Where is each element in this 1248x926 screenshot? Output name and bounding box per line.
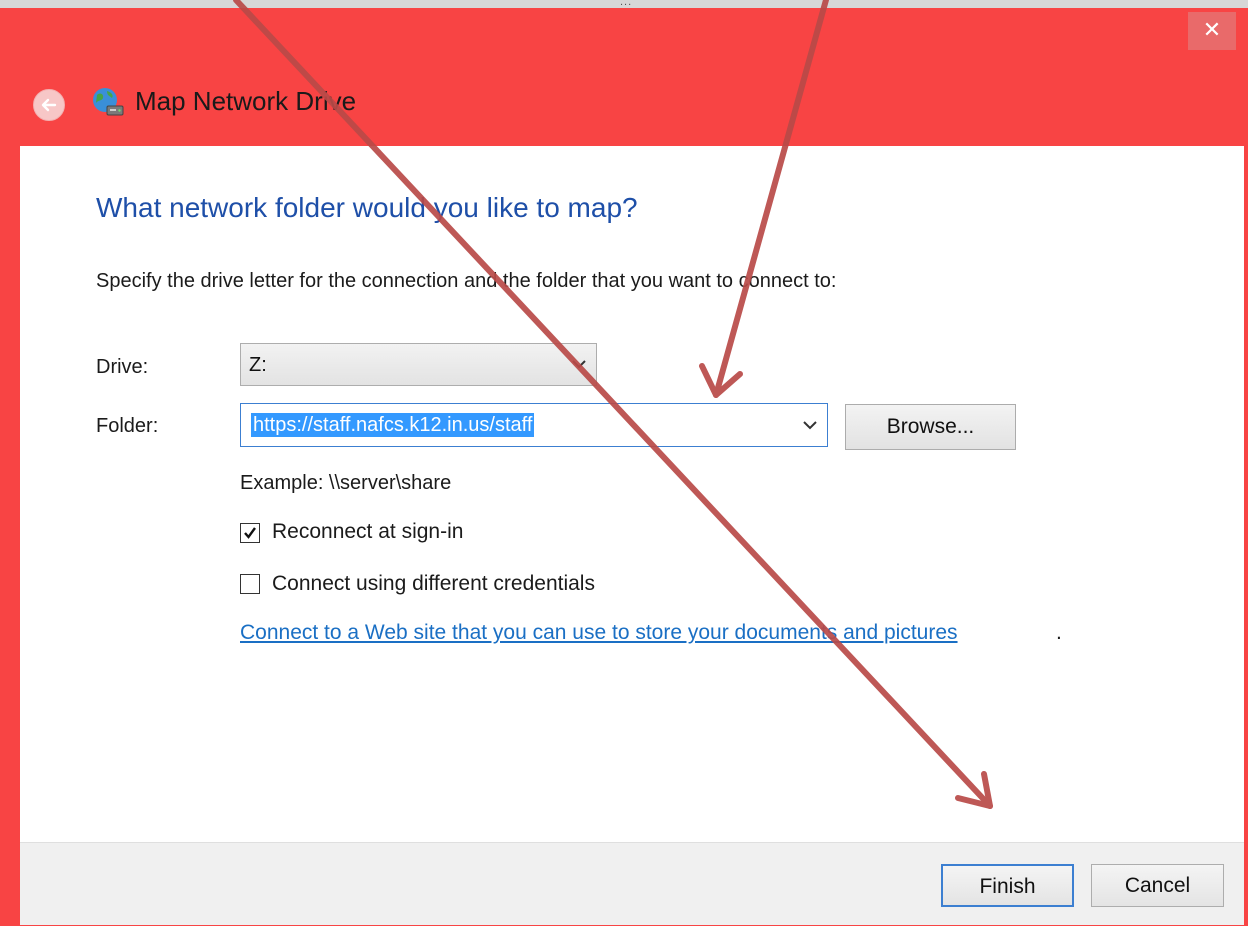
- network-drive-icon: [93, 88, 124, 116]
- cropped-top-strip: ...: [0, 0, 1248, 8]
- cropped-title-text: ...: [620, 0, 633, 8]
- cancel-button[interactable]: Cancel: [1091, 864, 1224, 907]
- browse-button[interactable]: Browse...: [845, 404, 1016, 450]
- dialog-heading: What network folder would you like to ma…: [96, 192, 638, 223]
- credentials-checkbox[interactable]: [240, 574, 260, 594]
- chevron-down-icon: [572, 360, 586, 369]
- close-button[interactable]: ✕: [1188, 12, 1236, 50]
- drive-select-value: Z:: [249, 354, 267, 376]
- window-title: Map Network Drive: [135, 86, 357, 116]
- link-period: .: [1056, 621, 1062, 644]
- folder-label: Folder:: [96, 415, 159, 437]
- back-arrow-icon: [41, 98, 57, 112]
- example-text: Example: \\server\share: [240, 472, 452, 494]
- drive-label: Drive:: [96, 356, 149, 378]
- credentials-label[interactable]: Connect using different credentials: [272, 572, 595, 596]
- web-site-link[interactable]: Connect to a Web site that you can use t…: [240, 621, 958, 645]
- reconnect-label[interactable]: Reconnect at sign-in: [272, 520, 463, 544]
- chevron-down-icon[interactable]: [803, 421, 817, 430]
- back-button[interactable]: [33, 89, 65, 121]
- checkmark-icon: [244, 527, 256, 539]
- folder-input-value: https://staff.nafcs.k12.in.us/staff: [251, 413, 535, 437]
- instruction-text: Specify the drive letter for the connect…: [96, 270, 837, 292]
- folder-input[interactable]: https://staff.nafcs.k12.in.us/staff: [240, 403, 828, 447]
- dialog-content-area: [20, 146, 1244, 842]
- drive-select[interactable]: Z:: [240, 343, 597, 386]
- finish-button[interactable]: Finish: [941, 864, 1074, 907]
- reconnect-checkbox[interactable]: [240, 523, 260, 543]
